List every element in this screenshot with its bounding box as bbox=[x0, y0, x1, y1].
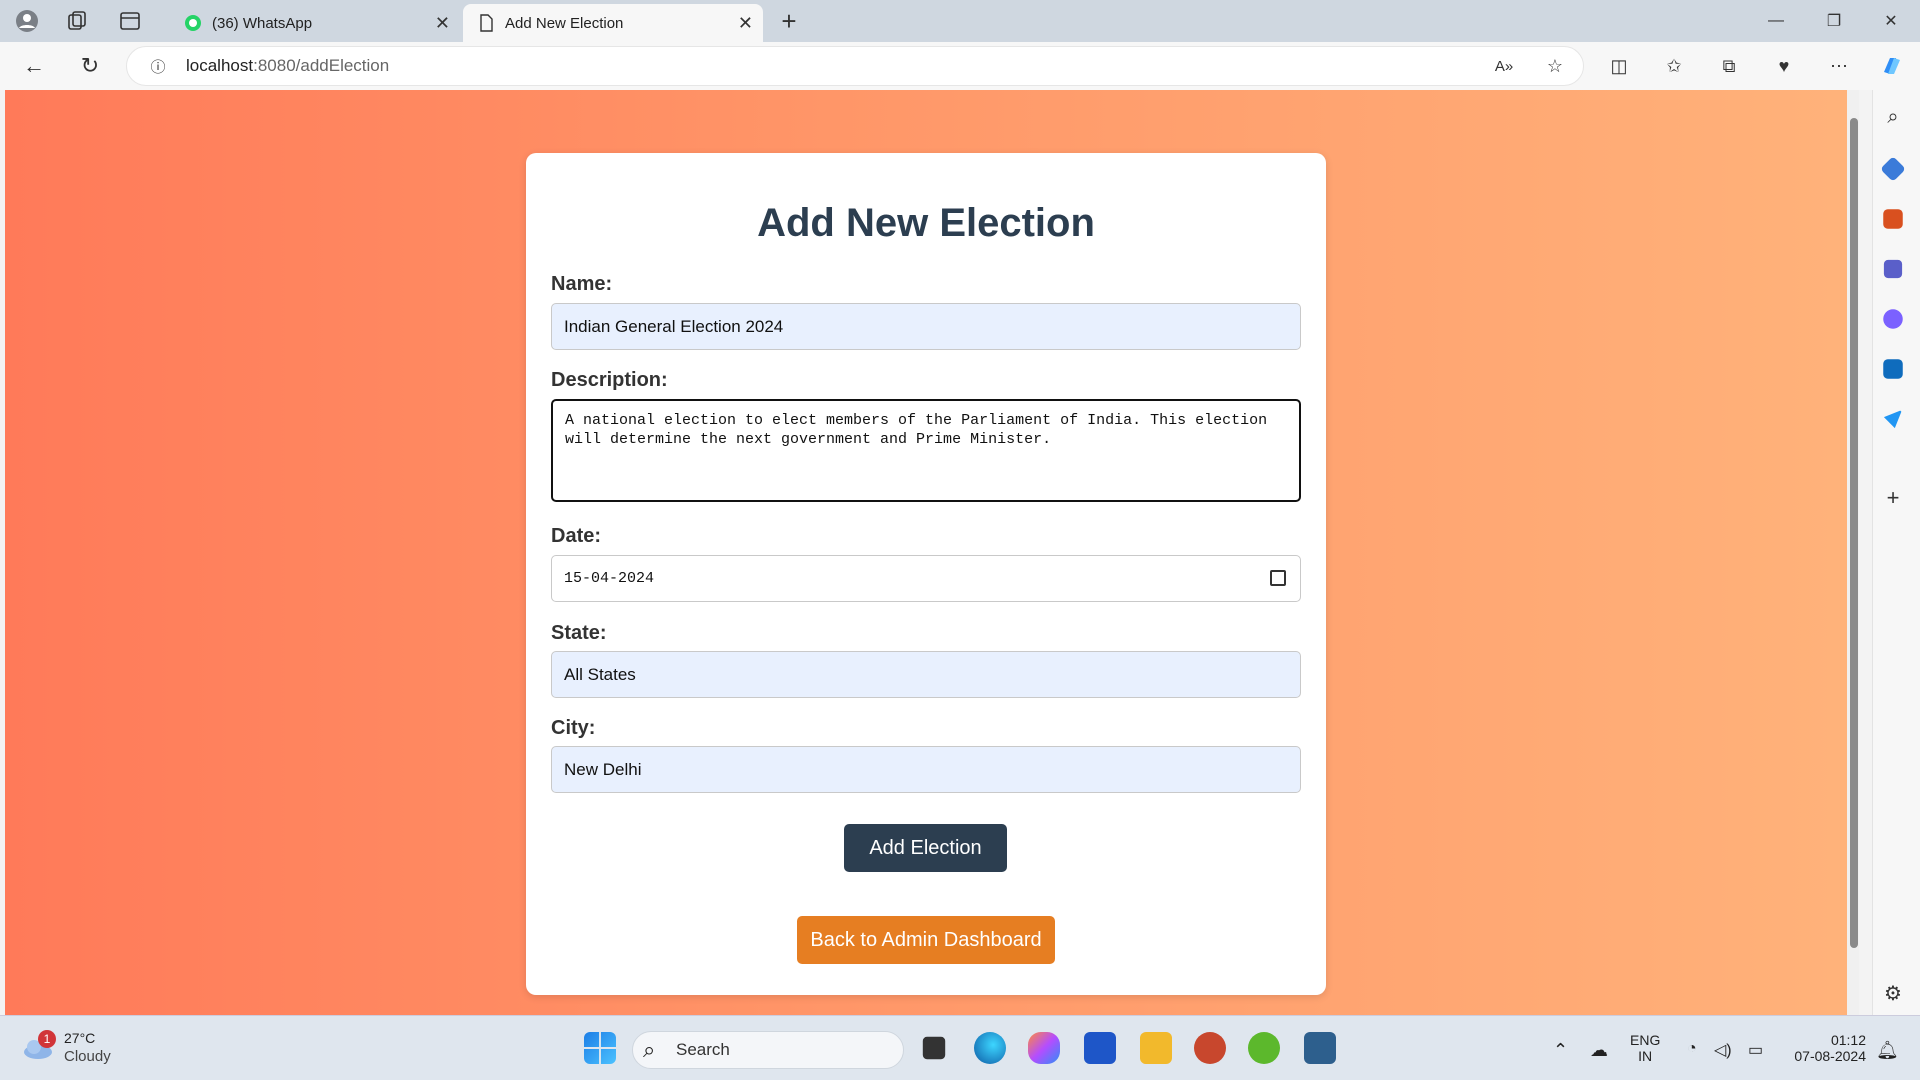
notification-bell-icon[interactable]: 🔔︎ bbox=[1876, 1040, 1899, 1061]
tab-whatsapp[interactable]: (36) WhatsApp ✕ bbox=[170, 4, 460, 42]
city-input[interactable]: New Delhi bbox=[551, 746, 1301, 793]
language-line2: IN bbox=[1638, 1048, 1653, 1064]
close-tab-icon[interactable]: ✕ bbox=[435, 13, 450, 34]
scrollbar-thumb[interactable] bbox=[1850, 118, 1858, 948]
clock-time: 01:12 bbox=[1830, 1032, 1866, 1048]
name-label: Name: bbox=[551, 273, 613, 295]
site-info-icon[interactable]: ⓘ bbox=[144, 52, 172, 80]
close-tab-icon[interactable]: ✕ bbox=[738, 13, 753, 34]
url-host: localhost bbox=[186, 56, 254, 75]
add-sidebar-icon[interactable]: + bbox=[1880, 485, 1906, 511]
favorite-star-icon[interactable]: ☆ bbox=[1541, 52, 1569, 80]
search-icon: ⌕ bbox=[643, 1037, 656, 1062]
copilot-taskbar-icon[interactable] bbox=[1028, 1032, 1060, 1064]
add-election-button[interactable]: Add Election bbox=[844, 824, 1007, 872]
edge-icon[interactable] bbox=[974, 1032, 1006, 1064]
url-text[interactable]: localhost:8080/addElection bbox=[186, 56, 389, 76]
browser-essentials-icon[interactable]: ♥ bbox=[1770, 52, 1798, 80]
language-indicator[interactable]: ENG IN bbox=[1630, 1032, 1660, 1064]
task-view-icon[interactable] bbox=[922, 1036, 946, 1060]
edge-sidebar bbox=[1872, 90, 1920, 1015]
name-input[interactable]: Indian General Election 2024 bbox=[551, 303, 1301, 350]
refresh-icon[interactable]: ↻ bbox=[76, 52, 104, 80]
state-label: State: bbox=[551, 622, 607, 644]
language-line1: ENG bbox=[1630, 1032, 1661, 1048]
clock-date: 07-08-2024 bbox=[1794, 1048, 1866, 1064]
add-election-card: Add New Election Name: Indian General El… bbox=[526, 153, 1326, 995]
back-to-dashboard-button[interactable]: Back to Admin Dashboard bbox=[797, 916, 1055, 964]
whatsapp-icon bbox=[185, 15, 201, 31]
page-title: Add New Election bbox=[757, 201, 1095, 245]
description-label: Description: bbox=[551, 369, 668, 391]
collections-icon[interactable]: ⧉ bbox=[1715, 52, 1743, 80]
read-aloud-icon[interactable]: A» bbox=[1490, 52, 1518, 80]
tab-label: Add New Election bbox=[505, 14, 624, 32]
city-label: City: bbox=[551, 717, 596, 739]
browser-titlebar: (36) WhatsApp ✕ Add New Election ✕ + — ❐… bbox=[0, 0, 1920, 42]
tools-icon[interactable] bbox=[1883, 209, 1903, 229]
volume-icon[interactable]: ◁) bbox=[1714, 1040, 1732, 1060]
weather-desc: Cloudy bbox=[64, 1048, 111, 1065]
search-placeholder: Search bbox=[676, 1040, 730, 1059]
terminal-app-icon[interactable] bbox=[1304, 1032, 1336, 1064]
games-icon[interactable] bbox=[1883, 259, 1903, 279]
microsoft-365-icon[interactable] bbox=[1883, 309, 1903, 329]
spring-tool-icon[interactable] bbox=[1248, 1032, 1280, 1064]
store-icon[interactable] bbox=[1084, 1032, 1116, 1064]
tab-label: (36) WhatsApp bbox=[212, 14, 313, 32]
clock[interactable]: 01:12 07-08-2024 bbox=[1786, 1032, 1866, 1064]
settings-gear-icon[interactable]: ⚙ bbox=[1880, 980, 1906, 1006]
date-value: 15-04-2024 bbox=[564, 570, 655, 587]
favorites-icon[interactable]: ✩ bbox=[1660, 52, 1688, 80]
wifi-icon[interactable]: ◔ bbox=[1687, 1040, 1697, 1058]
page-icon bbox=[480, 14, 493, 32]
description-textarea[interactable]: A national election to elect members of … bbox=[551, 399, 1301, 502]
onedrive-icon[interactable]: ☁ bbox=[1590, 1040, 1608, 1061]
more-menu-icon[interactable]: ⋯ bbox=[1825, 52, 1853, 80]
calendar-icon[interactable] bbox=[1270, 570, 1286, 586]
state-input[interactable]: All States bbox=[551, 651, 1301, 698]
search-icon[interactable]: ⌕ bbox=[1880, 104, 1906, 130]
new-tab-icon[interactable]: + bbox=[776, 6, 802, 36]
battery-icon[interactable]: ▭ bbox=[1748, 1040, 1763, 1060]
weather-widget[interactable]: 1 27°C Cloudy bbox=[20, 1030, 140, 1070]
outlook-icon[interactable] bbox=[1883, 359, 1903, 379]
show-hidden-icons-icon[interactable]: ⌃ bbox=[1553, 1040, 1568, 1061]
workspaces-icon[interactable] bbox=[64, 8, 90, 34]
restore-icon[interactable]: ❐ bbox=[1814, 8, 1854, 34]
file-explorer-icon[interactable] bbox=[1140, 1032, 1172, 1064]
tab-add-new-election[interactable]: Add New Election ✕ bbox=[463, 4, 763, 42]
taskbar-search[interactable] bbox=[632, 1031, 904, 1069]
vertical-tabs-icon[interactable] bbox=[117, 8, 143, 34]
weather-temp: 27°C bbox=[64, 1030, 96, 1046]
date-label: Date: bbox=[551, 525, 602, 547]
profile-icon[interactable] bbox=[14, 8, 40, 34]
close-window-icon[interactable]: ✕ bbox=[1871, 8, 1911, 34]
split-screen-icon[interactable]: ◫ bbox=[1605, 52, 1633, 80]
minimize-icon[interactable]: — bbox=[1756, 8, 1796, 34]
date-input[interactable]: 15-04-2024 bbox=[551, 555, 1301, 602]
weather-badge: 1 bbox=[38, 1030, 56, 1048]
url-path: :8080/addElection bbox=[253, 56, 390, 75]
powerpoint-icon[interactable] bbox=[1194, 1032, 1226, 1064]
back-icon[interactable]: ← bbox=[20, 52, 48, 80]
copilot-icon[interactable] bbox=[1878, 52, 1906, 80]
